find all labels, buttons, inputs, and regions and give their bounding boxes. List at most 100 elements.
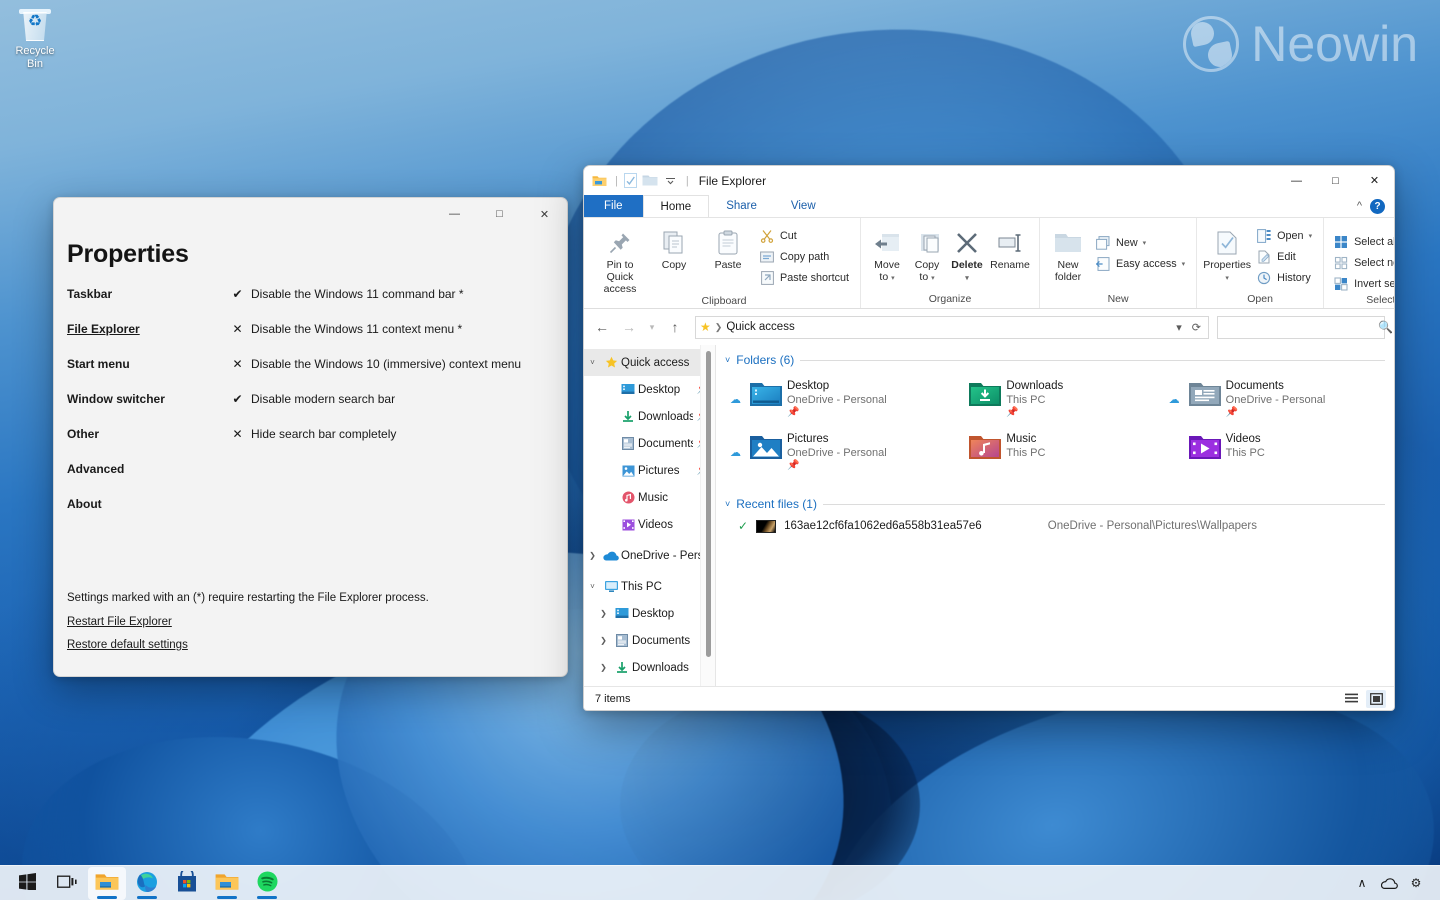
- chevron-down-icon[interactable]: ˅: [584, 582, 601, 591]
- properties-check-icon[interactable]: [622, 172, 639, 189]
- settings-tray-icon[interactable]: ⚙: [1404, 870, 1428, 896]
- breadcrumb[interactable]: Quick access: [726, 321, 794, 333]
- file-explorer-window[interactable]: | | File Explorer — □ ✕ File Home Share …: [583, 165, 1395, 711]
- task-view-button[interactable]: [48, 867, 86, 900]
- properties-button[interactable]: Properties▾: [1203, 223, 1251, 285]
- tab-home[interactable]: Home: [643, 195, 710, 217]
- chevron-down-icon[interactable]: ˅: [725, 499, 730, 509]
- file-explorer-window-controls[interactable]: — □ ✕: [1277, 166, 1394, 195]
- option-toggle-row[interactable]: ✔ Disable modern search bar: [232, 388, 567, 410]
- option-toggle-row[interactable]: ✕ Disable the Windows 10 (immersive) con…: [232, 353, 567, 375]
- delete-button[interactable]: Delete▾: [947, 223, 987, 285]
- chevron-right-icon[interactable]: ❯: [595, 609, 612, 618]
- search-input[interactable]: [1224, 321, 1378, 333]
- folder-item[interactable]: Music This PC: [946, 429, 1165, 474]
- tree-item-pc-documents[interactable]: ❯ Documents: [584, 627, 715, 654]
- new-item-button[interactable]: New ▾: [1092, 233, 1190, 253]
- properties-window[interactable]: — □ ✕ Properties Taskbar File Explorer S…: [53, 197, 568, 677]
- ribbon-tabs[interactable]: File Home Share View ^ ?: [584, 195, 1394, 217]
- open-button[interactable]: Open ▾: [1253, 226, 1317, 246]
- chevron-right-icon[interactable]: ❯: [595, 663, 612, 672]
- tree-item-desktop[interactable]: Desktop 📌: [584, 376, 715, 403]
- chevron-down-icon[interactable]: ▾: [1225, 275, 1229, 282]
- chevron-down-icon[interactable]: ▾: [931, 275, 935, 282]
- chevron-right-icon[interactable]: ❯: [584, 551, 601, 560]
- invert-selection-button[interactable]: Invert selection: [1330, 274, 1395, 294]
- paste-button[interactable]: Paste: [702, 223, 754, 271]
- tree-item-pc-desktop[interactable]: ❯ Desktop: [584, 600, 715, 627]
- folder-item[interactable]: ☁ Desktop OneDrive - Personal 📌: [727, 376, 946, 421]
- sidebar-item-about[interactable]: About: [67, 493, 179, 515]
- tree-item-quick-access[interactable]: ˅ Quick access: [584, 349, 715, 376]
- chevron-down-icon[interactable]: ˅: [584, 358, 601, 367]
- rename-button[interactable]: Rename: [987, 223, 1033, 271]
- easy-access-button[interactable]: Easy access ▾: [1092, 254, 1190, 274]
- file-explorer-button[interactable]: [88, 867, 126, 900]
- paste-shortcut-button[interactable]: Paste shortcut: [756, 268, 854, 288]
- recent-files-section-header[interactable]: ˅ Recent files (1): [725, 497, 1385, 511]
- move-to-button[interactable]: Moveto ▾: [867, 223, 907, 285]
- chevron-down-icon[interactable]: ▾: [891, 275, 895, 282]
- up-button[interactable]: ↑: [662, 314, 688, 340]
- option-toggle-row[interactable]: ✔ Disable the Windows 11 command bar *: [232, 283, 567, 305]
- copy-button[interactable]: Copy: [648, 223, 700, 271]
- taskbar[interactable]: ∧ ⚙: [0, 865, 1440, 900]
- sidebar-item-taskbar[interactable]: Taskbar: [67, 283, 179, 305]
- explorer2-button[interactable]: [208, 867, 246, 900]
- sidebar-item-start-menu[interactable]: Start menu: [67, 353, 179, 375]
- back-button[interactable]: ←: [589, 314, 615, 340]
- pin-to-quick-access-button[interactable]: Pin to Quickaccess: [594, 223, 646, 295]
- restore-default-settings-link[interactable]: Restore default settings: [67, 639, 554, 651]
- tab-share[interactable]: Share: [709, 195, 774, 217]
- chevron-down-icon[interactable]: ▾: [1309, 232, 1313, 240]
- search-box[interactable]: 🔍: [1217, 316, 1385, 339]
- fe-close-button[interactable]: ✕: [1355, 166, 1394, 195]
- sidebar-item-file-explorer[interactable]: File Explorer: [67, 318, 179, 340]
- folder-item[interactable]: ☁ Documents OneDrive - Personal 📌: [1166, 376, 1385, 421]
- option-toggle-row[interactable]: ✕ Hide search bar completely: [232, 423, 567, 445]
- tree-item-pictures[interactable]: Pictures 📌: [584, 457, 715, 484]
- folder-icon[interactable]: [591, 172, 608, 189]
- forward-button[interactable]: →: [616, 314, 642, 340]
- chevron-right-icon[interactable]: ❯: [715, 322, 723, 333]
- folder-item[interactable]: Downloads This PC 📌: [946, 376, 1165, 421]
- navigation-scrollbar[interactable]: [700, 345, 715, 686]
- spotify-button[interactable]: [248, 867, 286, 900]
- file-explorer-titlebar[interactable]: | | File Explorer — □ ✕: [584, 166, 1394, 195]
- customize-chevron-icon[interactable]: [662, 172, 679, 189]
- properties-minimize-button[interactable]: —: [432, 198, 477, 230]
- desktop-icon-recycle-bin[interactable]: ♻ Recycle Bin: [6, 8, 64, 71]
- chevron-right-icon[interactable]: ❯: [595, 636, 612, 645]
- edit-button[interactable]: Edit: [1253, 247, 1317, 267]
- breadcrumb-bar[interactable]: ★ ❯ Quick access ▾ ⟳: [695, 316, 1209, 339]
- properties-maximize-button[interactable]: □: [477, 198, 522, 230]
- edge-button[interactable]: [128, 867, 166, 900]
- large-icons-view-icon[interactable]: [1366, 690, 1386, 708]
- folder-item[interactable]: Videos This PC: [1166, 429, 1385, 474]
- show-hidden-icons-button[interactable]: ∧: [1350, 870, 1374, 896]
- history-dropdown-icon[interactable]: ▾: [1176, 321, 1182, 334]
- copy-to-button[interactable]: Copyto ▾: [907, 223, 947, 285]
- new-folder-icon[interactable]: [642, 172, 659, 189]
- chevron-down-icon[interactable]: ▾: [965, 275, 969, 282]
- tree-item-onedrive[interactable]: ❯ OneDrive - Perso: [584, 542, 715, 569]
- navigation-pane[interactable]: ˅ Quick access Desktop 📌 Downloads 📌 Doc…: [584, 345, 715, 686]
- recent-locations-button[interactable]: ▾: [643, 314, 661, 340]
- chevron-up-icon[interactable]: ^: [1357, 200, 1362, 212]
- start-button[interactable]: [8, 867, 46, 900]
- scrollbar-thumb[interactable]: [706, 351, 711, 657]
- store-button[interactable]: [168, 867, 206, 900]
- select-none-button[interactable]: Select none: [1330, 253, 1395, 273]
- tab-file[interactable]: File: [584, 195, 643, 217]
- details-view-icon[interactable]: [1341, 690, 1361, 708]
- history-button[interactable]: History: [1253, 268, 1317, 288]
- tree-item-pc-downloads[interactable]: ❯ Downloads: [584, 654, 715, 681]
- tree-item-this-pc[interactable]: ˅ This PC: [584, 573, 715, 600]
- cut-button[interactable]: Cut: [756, 226, 854, 246]
- tree-item-downloads[interactable]: Downloads 📌: [584, 403, 715, 430]
- folders-section-header[interactable]: ˅ Folders (6): [725, 353, 1385, 367]
- select-all-button[interactable]: Select all: [1330, 232, 1395, 252]
- restart-file-explorer-link[interactable]: Restart File Explorer: [67, 616, 554, 628]
- fe-maximize-button[interactable]: □: [1316, 166, 1355, 195]
- properties-close-button[interactable]: ✕: [522, 198, 567, 230]
